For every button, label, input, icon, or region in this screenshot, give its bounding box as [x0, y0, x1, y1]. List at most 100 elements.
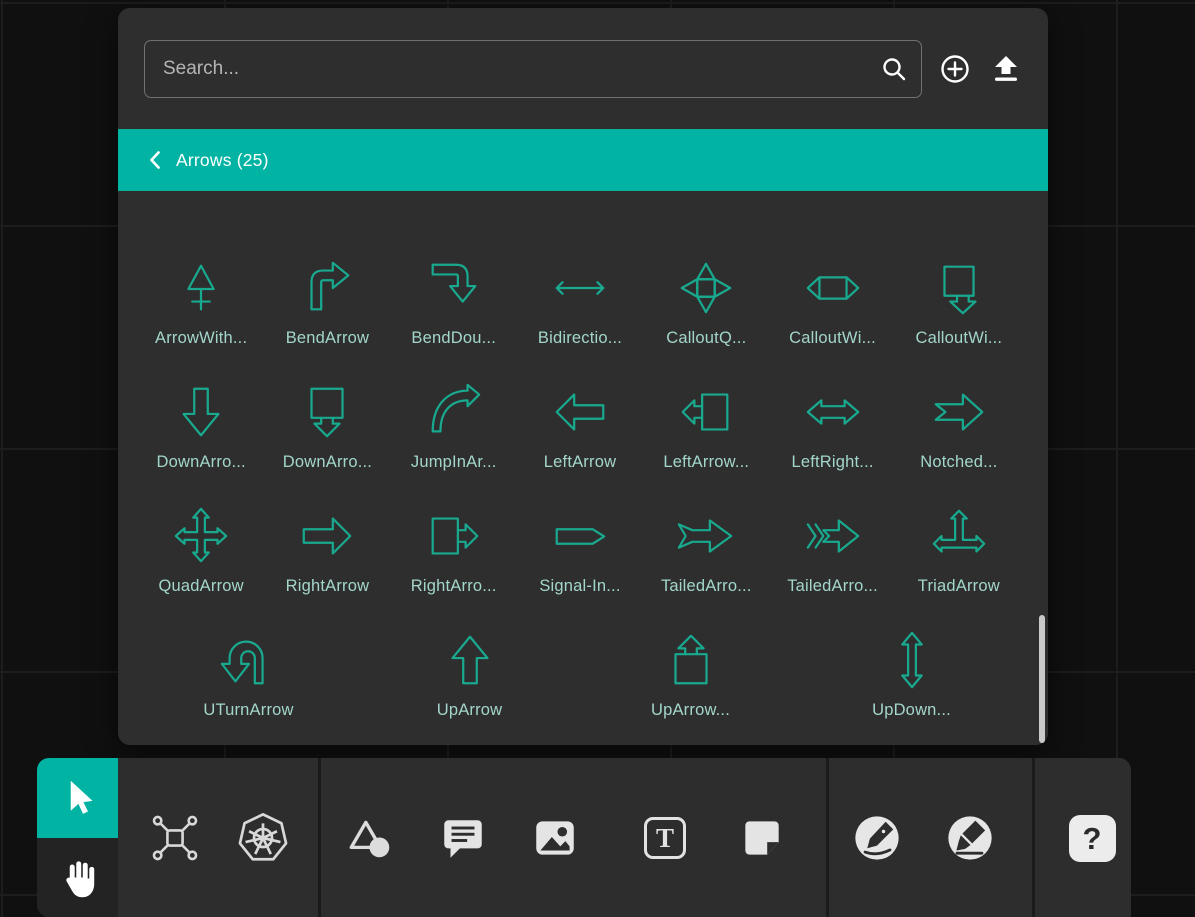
shape-item-down-arrow[interactable]: DownArro... — [138, 381, 264, 472]
bend-arrow-icon — [296, 257, 358, 319]
chevron-left-icon — [148, 150, 161, 170]
circuit-tool-button[interactable] — [143, 806, 207, 870]
arrow-with-tip-icon — [170, 257, 232, 319]
hand-icon — [56, 855, 100, 901]
shape-label: TailedArro... — [661, 577, 752, 596]
shape-label: RightArrow — [286, 577, 370, 596]
search-row — [144, 40, 1024, 98]
shape-item-callout-quad-arrow[interactable]: CalloutQ... — [643, 257, 769, 348]
shape-item-left-right-arrow[interactable]: LeftRight... — [769, 381, 895, 472]
shape-item-left-arrow[interactable]: LeftArrow — [517, 381, 643, 472]
shape-label: CalloutWi... — [915, 329, 1002, 348]
shape-row: QuadArrow RightArrow RightArro... Signal-In… — [138, 505, 1022, 596]
shape-item-jump-in-arrow[interactable]: JumpInAr... — [391, 381, 517, 472]
shape-label: JumpInAr... — [411, 453, 497, 472]
shape-label: QuadArrow — [159, 577, 244, 596]
highlighter-icon — [944, 812, 996, 864]
shape-item-bidirectional-arrow[interactable]: Bidirectio... — [517, 257, 643, 348]
quad-arrow-icon — [170, 505, 232, 567]
shape-row: ArrowWith... BendArrowBendDou... Bidirecti… — [138, 257, 1022, 348]
text-tool-button[interactable]: T — [633, 806, 697, 870]
shape-label: Bidirectio... — [538, 329, 622, 348]
shapes-icon — [345, 813, 395, 863]
triad-arrow-icon — [928, 505, 990, 567]
category-header: Arrows (25) — [118, 129, 1048, 191]
shape-item-up-arrow-callout[interactable]: UpArrow... — [580, 629, 801, 720]
shapes-tool-button[interactable] — [338, 806, 402, 870]
sticky-note-icon — [737, 813, 787, 863]
pan-tool-button[interactable] — [37, 838, 118, 917]
shape-item-right-arrow[interactable]: RightArrow — [264, 505, 390, 596]
category-title: Arrows (25) — [176, 150, 269, 171]
shape-item-callout-down-arrow[interactable]: CalloutWi... — [896, 257, 1022, 348]
pen-icon — [851, 812, 903, 864]
notched-right-arrow-icon — [928, 381, 990, 443]
tailed-arrow-icon — [675, 505, 737, 567]
text-tool-frame: T — [644, 817, 686, 859]
upload-icon — [991, 54, 1021, 84]
shape-item-callout-left-right-arrow[interactable]: CalloutWi... — [769, 257, 895, 348]
callout-down-arrow-icon — [928, 257, 990, 319]
shape-item-tailed-arrow-chevron[interactable]: TailedArro... — [769, 505, 895, 596]
shape-label: CalloutWi... — [789, 329, 876, 348]
shape-label: TailedArro... — [787, 577, 878, 596]
shape-label: UTurnArrow — [203, 701, 293, 720]
shape-item-u-turn-arrow[interactable]: UTurnArrow — [138, 629, 359, 720]
shape-label: Signal-In... — [539, 577, 620, 596]
shape-library-panel: Arrows (25) ArrowWith... BendArrowBendDou… — [118, 8, 1048, 745]
shape-item-up-arrow[interactable]: UpArrow — [359, 629, 580, 720]
shape-label: ArrowWith... — [155, 329, 247, 348]
image-tool-button[interactable] — [523, 806, 587, 870]
highlighter-tool-button[interactable] — [938, 806, 1002, 870]
shape-item-left-arrow-callout[interactable]: LeftArrow... — [643, 381, 769, 472]
shape-label: Notched... — [920, 453, 997, 472]
shape-item-notched-right-arrow[interactable]: Notched... — [896, 381, 1022, 472]
help-glyph: ? — [1083, 823, 1102, 854]
signal-in-icon — [549, 505, 611, 567]
shape-label: LeftRight... — [791, 453, 873, 472]
shape-label: UpArrow — [437, 701, 503, 720]
up-arrow-icon — [439, 629, 501, 691]
up-arrow-callout-icon — [660, 629, 722, 691]
shape-item-down-arrow-callout[interactable]: DownArro... — [264, 381, 390, 472]
shape-item-right-arrow-callout[interactable]: RightArro... — [391, 505, 517, 596]
shape-item-arrow-with-tip[interactable]: ArrowWith... — [138, 257, 264, 348]
shape-item-triad-arrow[interactable]: TriadArrow — [896, 505, 1022, 596]
comment-tool-button[interactable] — [431, 806, 495, 870]
toolbar-divider — [1032, 758, 1035, 917]
shape-label: TriadArrow — [918, 577, 1000, 596]
circuit-icon — [149, 812, 201, 864]
pen-tool-button[interactable] — [845, 806, 909, 870]
cursor-icon — [58, 776, 98, 820]
left-arrow-icon — [549, 381, 611, 443]
back-button[interactable] — [148, 150, 161, 170]
shape-item-bend-double-arrow[interactable]: BendDou... — [391, 257, 517, 348]
shape-item-bend-arrow[interactable]: BendArrow — [264, 257, 390, 348]
u-turn-arrow-icon — [218, 629, 280, 691]
note-tool-button[interactable] — [730, 806, 794, 870]
search-input-wrapper — [144, 40, 922, 98]
help-button[interactable]: ? — [1060, 806, 1124, 870]
callout-left-right-arrow-icon — [802, 257, 864, 319]
shape-item-signal-in[interactable]: Signal-In... — [517, 505, 643, 596]
kubernetes-tool-button[interactable] — [231, 806, 295, 870]
shape-item-tailed-arrow[interactable]: TailedArro... — [643, 505, 769, 596]
select-tool-button[interactable] — [37, 758, 118, 838]
shape-grid: ArrowWith... BendArrowBendDou... Bidirecti… — [138, 257, 1022, 753]
shape-label: CalloutQ... — [666, 329, 746, 348]
add-shape-button[interactable] — [939, 53, 971, 85]
panel-scrollbar-thumb[interactable] — [1039, 615, 1045, 743]
text-tool-glyph: T — [656, 825, 674, 852]
help-frame: ? — [1069, 815, 1116, 862]
toolbar-divider — [318, 758, 321, 917]
shape-label: LeftArrow... — [663, 453, 749, 472]
shape-item-quad-arrow[interactable]: QuadArrow — [138, 505, 264, 596]
search-input[interactable] — [144, 40, 922, 98]
down-arrow-icon — [170, 381, 232, 443]
toolbar-divider — [826, 758, 829, 917]
up-down-arrow-icon — [881, 629, 943, 691]
upload-shape-button[interactable] — [991, 54, 1021, 84]
comment-icon — [438, 813, 488, 863]
shape-item-up-down-arrow[interactable]: UpDown... — [801, 629, 1022, 720]
right-arrow-icon — [296, 505, 358, 567]
